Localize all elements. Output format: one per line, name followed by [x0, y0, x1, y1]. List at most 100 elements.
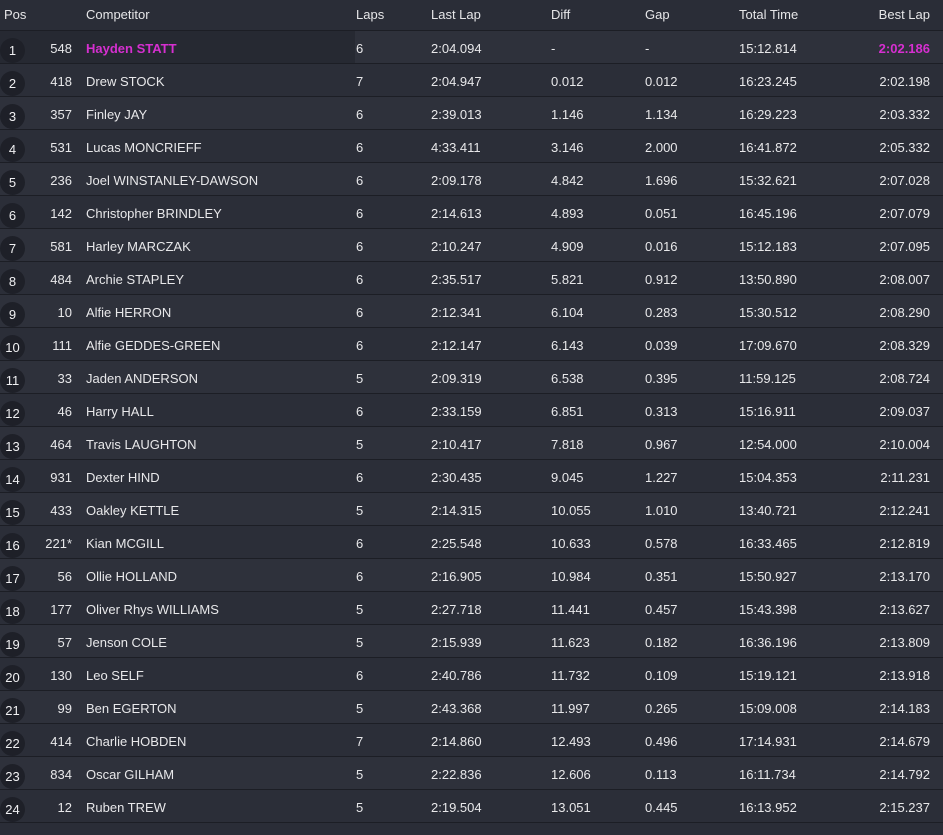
- table-row[interactable]: 11 33 Jaden ANDERSON 5 2:09.319 6.538 0.395 11:…: [0, 361, 943, 394]
- competitor-number: 581: [50, 239, 72, 254]
- table-row[interactable]: 20 130 Leo SELF 6 2:40.786 11.732 0.109 15:19.1…: [0, 658, 943, 691]
- competitor-name[interactable]: Dexter HIND: [86, 460, 160, 492]
- table-row[interactable]: 16 221* Kian MCGILL 6 2:25.548 10.633 0.578 16:…: [0, 526, 943, 559]
- diff-value: 13.051: [551, 800, 591, 815]
- gap-value: 1.010: [645, 503, 678, 518]
- gap-value: 1.134: [645, 107, 678, 122]
- best-lap-value: 2:03.332: [879, 107, 930, 122]
- total-time-value: 16:33.465: [739, 536, 797, 551]
- competitor-name[interactable]: Oscar GILHAM: [86, 757, 174, 789]
- best-lap-value: 2:07.028: [879, 173, 930, 188]
- table-row[interactable]: 4 531 Lucas MONCRIEFF 6 4:33.411 3.146 2.000 16…: [0, 130, 943, 163]
- table-row[interactable]: 22 414 Charlie HOBDEN 7 2:14.860 12.493 0.496 1…: [0, 724, 943, 757]
- laps-value: 6: [356, 272, 364, 287]
- table-row[interactable]: 1 548 Hayden STATT 6 2:04.094 - - 15:12.814 2:02…: [0, 31, 943, 64]
- table-row[interactable]: 7 581 Harley MARCZAK 6 2:10.247 4.909 0.016 15:…: [0, 229, 943, 262]
- header-competitor[interactable]: Competitor: [86, 0, 150, 30]
- competitor-name[interactable]: Archie STAPLEY: [86, 262, 184, 294]
- table-row[interactable]: 12 46 Harry HALL 6 2:33.159 6.851 0.313 15:16.9…: [0, 394, 943, 427]
- total-time-value: 15:43.398: [739, 602, 797, 617]
- position-cell: 10: [0, 328, 28, 360]
- competitor-name[interactable]: Finley JAY: [86, 97, 147, 129]
- competitor-name[interactable]: Leo SELF: [86, 658, 144, 690]
- laps-value: 6: [356, 668, 364, 683]
- competitor-name[interactable]: Alfie GEDDES-GREEN: [86, 328, 220, 360]
- results-table: Pos Competitor Laps Last Lap Diff Gap To…: [0, 0, 943, 835]
- table-row[interactable]: 9 10 Alfie HERRON 6 2:12.341 6.104 0.283 15:30.…: [0, 295, 943, 328]
- best-lap-value: 2:08.290: [879, 305, 930, 320]
- table-row[interactable]: 2 418 Drew STOCK 7 2:04.947 0.012 0.012 16:23.2…: [0, 64, 943, 97]
- competitor-name[interactable]: Travis LAUGHTON: [86, 427, 197, 459]
- diff-value: 0.012: [551, 74, 584, 89]
- gap-value: 0.395: [645, 371, 678, 386]
- competitor-name[interactable]: Alfie HERRON: [86, 295, 171, 327]
- position-cell: 23: [0, 757, 28, 789]
- position-badge: 16: [0, 533, 25, 558]
- header-gap[interactable]: Gap: [645, 0, 670, 30]
- competitor-name[interactable]: Oakley KETTLE: [86, 493, 179, 525]
- last-lap-value: 2:04.094: [431, 41, 482, 56]
- last-lap-value: 2:19.504: [431, 800, 482, 815]
- last-lap-value: 2:35.517: [431, 272, 482, 287]
- last-lap-value: 2:14.860: [431, 734, 482, 749]
- table-row[interactable]: 19 57 Jenson COLE 5 2:15.939 11.623 0.182 16:36…: [0, 625, 943, 658]
- table-row[interactable]: 15 433 Oakley KETTLE 5 2:14.315 10.055 1.010 13…: [0, 493, 943, 526]
- table-row[interactable]: 24 12 Ruben TREW 5 2:19.504 13.051 0.445 16:13.…: [0, 790, 943, 823]
- laps-value: 6: [356, 239, 364, 254]
- table-row[interactable]: 5 236 Joel WINSTANLEY-DAWSON 6 2:09.178 4.842…: [0, 163, 943, 196]
- last-lap-value: 2:10.247: [431, 239, 482, 254]
- table-row[interactable]: 17 56 Ollie HOLLAND 6 2:16.905 10.984 0.351 15:…: [0, 559, 943, 592]
- gap-value: 0.016: [645, 239, 678, 254]
- position-cell: 2: [0, 64, 28, 96]
- competitor-name[interactable]: Hayden STATT: [86, 31, 177, 63]
- table-row[interactable]: 10 111 Alfie GEDDES-GREEN 6 2:12.147 6.143 0.0…: [0, 328, 943, 361]
- table-row[interactable]: 3 357 Finley JAY 6 2:39.013 1.146 1.134 16:29.2…: [0, 97, 943, 130]
- competitor-name[interactable]: Charlie HOBDEN: [86, 724, 186, 756]
- competitor-name[interactable]: Jenson COLE: [86, 625, 167, 657]
- laps-value: 5: [356, 767, 364, 782]
- diff-value: -: [551, 41, 556, 56]
- table-row[interactable]: 14 931 Dexter HIND 6 2:30.435 9.045 1.227 15:04…: [0, 460, 943, 493]
- header-best-lap[interactable]: Best Lap: [879, 0, 930, 30]
- competitor-name[interactable]: Harry HALL: [86, 394, 154, 426]
- header-last-lap[interactable]: Last Lap: [431, 0, 481, 30]
- laps-value: 5: [356, 701, 364, 716]
- position-cell: 12: [0, 394, 28, 426]
- competitor-name[interactable]: Joel WINSTANLEY-DAWSON: [86, 163, 258, 195]
- header-pos[interactable]: Pos: [4, 0, 26, 30]
- last-lap-value: 2:09.178: [431, 173, 482, 188]
- table-row[interactable]: 13 464 Travis LAUGHTON 5 2:10.417 7.818 0.967 1…: [0, 427, 943, 460]
- total-time-value: 16:29.223: [739, 107, 797, 122]
- diff-value: 3.146: [551, 140, 584, 155]
- competitor-number: 418: [50, 74, 72, 89]
- gap-value: 1.696: [645, 173, 678, 188]
- position-badge: 19: [0, 632, 25, 657]
- header-diff[interactable]: Diff: [551, 0, 570, 30]
- competitor-number: 142: [50, 206, 72, 221]
- total-time-value: 16:36.196: [739, 635, 797, 650]
- competitor-number: 12: [57, 800, 72, 815]
- table-row[interactable]: 21 99 Ben EGERTON 5 2:43.368 11.997 0.265 15:09…: [0, 691, 943, 724]
- competitor-name[interactable]: Oliver Rhys WILLIAMS: [86, 592, 219, 624]
- competitor-name[interactable]: Ruben TREW: [86, 790, 166, 822]
- best-lap-value: 2:13.809: [879, 635, 930, 650]
- competitor-name[interactable]: Christopher BRINDLEY: [86, 196, 222, 228]
- table-row[interactable]: 8 484 Archie STAPLEY 6 2:35.517 5.821 0.912 13:…: [0, 262, 943, 295]
- competitor-name[interactable]: Jaden ANDERSON: [86, 361, 198, 393]
- table-row[interactable]: 6 142 Christopher BRINDLEY 6 2:14.613 4.893 0.…: [0, 196, 943, 229]
- competitor-name[interactable]: Ollie HOLLAND: [86, 559, 177, 591]
- best-lap-value: 2:08.329: [879, 338, 930, 353]
- position-badge: 8: [0, 269, 25, 294]
- table-row[interactable]: 23 834 Oscar GILHAM 5 2:22.836 12.606 0.113 16:…: [0, 757, 943, 790]
- laps-value: 5: [356, 635, 364, 650]
- competitor-name[interactable]: Drew STOCK: [86, 64, 165, 96]
- header-total-time[interactable]: Total Time: [739, 0, 798, 30]
- competitor-name[interactable]: Kian MCGILL: [86, 526, 164, 558]
- laps-value: 6: [356, 140, 364, 155]
- header-laps[interactable]: Laps: [356, 0, 384, 30]
- competitor-name[interactable]: Harley MARCZAK: [86, 229, 191, 261]
- table-row[interactable]: 18 177 Oliver Rhys WILLIAMS 5 2:27.718 11.441…: [0, 592, 943, 625]
- competitor-name[interactable]: Ben EGERTON: [86, 691, 177, 723]
- position-cell: 20: [0, 658, 28, 690]
- competitor-name[interactable]: Lucas MONCRIEFF: [86, 130, 202, 162]
